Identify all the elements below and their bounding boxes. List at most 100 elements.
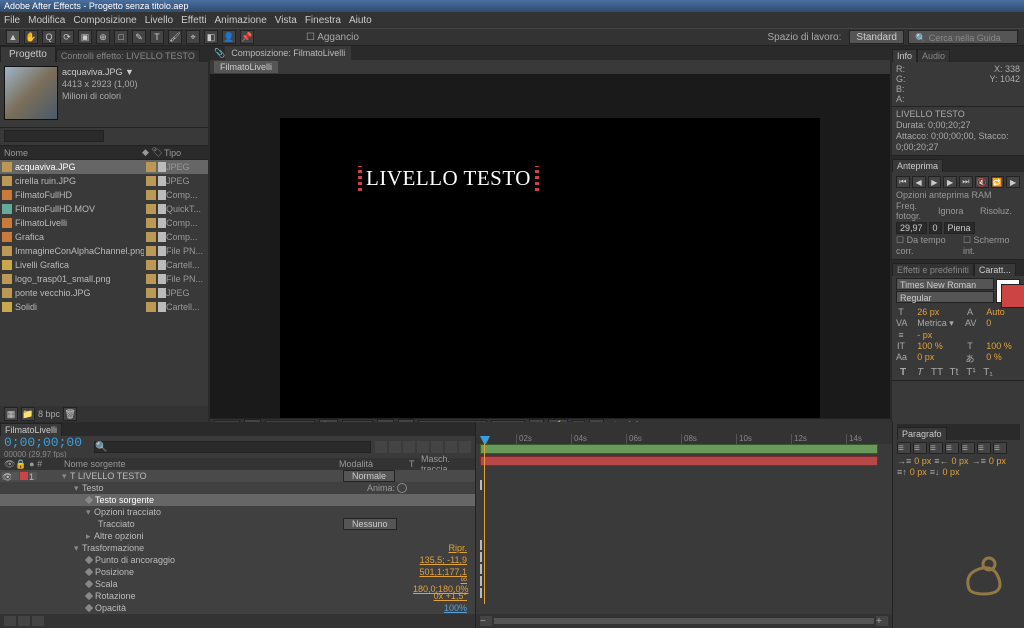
col-name[interactable]: Nome xyxy=(4,148,142,158)
project-item[interactable]: FilmatoFullHDComp... xyxy=(0,188,208,202)
layer-row-1[interactable]: 👁1 ▾T LIVELLO TESTO Normale xyxy=(0,470,475,482)
selection-tool-icon[interactable]: ▲ xyxy=(6,30,20,44)
menu-layer[interactable]: Livello xyxy=(145,15,173,26)
brush-tool-icon[interactable]: 🖌 xyxy=(168,30,182,44)
italic-button[interactable]: T xyxy=(913,367,927,378)
kerning-dropdown[interactable]: Metrica ▾ xyxy=(917,318,962,329)
keyframe-rotation[interactable] xyxy=(480,576,482,586)
mute-icon[interactable]: 🔇 xyxy=(975,176,989,188)
play-icon[interactable]: ▶ xyxy=(928,176,942,188)
transform-reset[interactable]: Ripr. xyxy=(448,543,467,553)
menu-file[interactable]: File xyxy=(4,15,20,26)
prop-opacity[interactable]: Opacità 100% xyxy=(0,602,475,614)
path-dropdown[interactable]: Nessuno xyxy=(343,518,397,530)
prop-position[interactable]: Posizione 501,1;177,1 xyxy=(0,566,475,578)
zoom-tool-icon[interactable]: Q xyxy=(42,30,56,44)
text-layer[interactable]: LIVELLO TESTO xyxy=(360,166,537,191)
zoom-slider[interactable] xyxy=(494,618,874,624)
loop-icon[interactable]: 🔁 xyxy=(991,176,1005,188)
tab-info[interactable]: Info xyxy=(892,49,917,62)
align-right-icon[interactable]: ≡ xyxy=(929,442,943,454)
space-after-value[interactable]: 0 px xyxy=(943,467,960,477)
leading-value[interactable]: Auto xyxy=(986,307,1020,317)
justify-last-center-icon[interactable]: ≡ xyxy=(961,442,975,454)
puppet-tool-icon[interactable]: 📌 xyxy=(240,30,254,44)
tracking-value[interactable]: 0 xyxy=(986,318,1020,329)
brain-icon[interactable] xyxy=(445,441,457,453)
project-item[interactable]: acquaviva.JPGJPEG xyxy=(0,160,208,174)
keyframe-anchor[interactable] xyxy=(480,540,482,550)
project-item[interactable]: FilmatoFullHD.MOVQuickT... xyxy=(0,202,208,216)
space-before-value[interactable]: 0 px xyxy=(910,467,927,477)
text-tool-icon[interactable]: T xyxy=(150,30,164,44)
font-family-dropdown[interactable]: Times New Roman xyxy=(896,278,994,290)
anchor-value[interactable]: 135,5; -11,9 xyxy=(420,555,467,565)
keyframe-scale[interactable] xyxy=(480,564,482,574)
project-item[interactable]: logo_trasp01_small.pngFile PN... xyxy=(0,272,208,286)
comp-subtab[interactable]: FilmatoLivelli xyxy=(214,61,278,73)
superscript-button[interactable]: T¹ xyxy=(964,367,978,378)
new-folder-icon[interactable]: 📁 xyxy=(21,407,35,421)
align-left-icon[interactable]: ≡ xyxy=(897,442,911,454)
tab-effect-controls[interactable]: Controlli effetto: LIVELLO TESTO xyxy=(56,49,200,62)
vscale-value[interactable]: 100 % xyxy=(917,341,962,351)
menu-help[interactable]: Aiuto xyxy=(349,15,372,26)
animate-menu-icon[interactable] xyxy=(397,483,407,493)
current-time[interactable]: 0;00;00;00 xyxy=(4,435,82,450)
interpret-icon[interactable]: ▦ xyxy=(4,407,18,421)
trash-icon[interactable]: 🗑 xyxy=(63,407,77,421)
stroke-value[interactable]: - px xyxy=(917,330,962,340)
pen-tool-icon[interactable]: ✎ xyxy=(132,30,146,44)
project-item[interactable]: FilmatoLivelliComp... xyxy=(0,216,208,230)
tab-effects-presets[interactable]: Effetti e predefiniti xyxy=(892,263,974,276)
project-item[interactable]: GraficaComp... xyxy=(0,230,208,244)
tsume-value[interactable]: 0 % xyxy=(986,352,1020,365)
next-frame-icon[interactable]: ▶ xyxy=(943,176,957,188)
keyframe-opacity[interactable] xyxy=(480,588,482,598)
first-frame-icon[interactable]: ⏮ xyxy=(896,176,910,188)
menu-animation[interactable]: Animazione xyxy=(215,15,267,26)
prop-path[interactable]: Tracciato Nessuno xyxy=(0,518,475,530)
subscript-button[interactable]: T₁ xyxy=(981,367,995,378)
comp-panel-tab[interactable]: Composizione: FilmatoLivelli xyxy=(225,46,351,60)
graph-editor-icon[interactable] xyxy=(459,441,471,453)
menu-edit[interactable]: Modifica xyxy=(28,15,65,26)
project-item[interactable]: ponte vecchio.JPGJPEG xyxy=(0,286,208,300)
blend-mode-dropdown[interactable]: Normale xyxy=(343,470,395,482)
indent-left-value[interactable]: 0 px xyxy=(914,456,931,466)
allcaps-button[interactable]: TT xyxy=(930,367,944,378)
from-time-checkbox[interactable]: ☐ Da tempo corr. xyxy=(896,235,961,256)
keyframe-position[interactable] xyxy=(480,552,482,562)
freq-value[interactable]: 29,97 xyxy=(896,222,927,234)
opacity-value[interactable]: 100% xyxy=(444,603,467,613)
composition-viewer[interactable]: LIVELLO TESTO xyxy=(210,74,890,418)
snap-checkbox[interactable]: ☐ Aggancio xyxy=(306,32,359,43)
menu-view[interactable]: Vista xyxy=(275,15,297,26)
prev-frame-icon[interactable]: ◀ xyxy=(912,176,926,188)
justify-all-icon[interactable]: ≡ xyxy=(993,442,1007,454)
timeline-search-input[interactable]: 🔍 xyxy=(94,441,371,453)
res-value[interactable]: Piena xyxy=(944,222,975,234)
zoom-in-icon[interactable]: + xyxy=(876,616,888,626)
bpc-toggle[interactable]: 8 bpc xyxy=(38,409,60,419)
skip-value[interactable]: 0 xyxy=(929,222,942,234)
timeline-tracks[interactable]: 02s04s06s08s10s12s14s − + xyxy=(476,422,892,628)
comp-mini-flowchart-icon[interactable] xyxy=(375,441,387,453)
comp-canvas[interactable]: LIVELLO TESTO xyxy=(280,118,820,418)
toggle-switches-icon[interactable] xyxy=(4,616,16,626)
prop-rotation[interactable]: Rotazione 0x +1,5° xyxy=(0,590,475,602)
last-frame-icon[interactable]: ⏭ xyxy=(959,176,973,188)
menu-window[interactable]: Finestra xyxy=(305,15,341,26)
tab-character[interactable]: Caratt... xyxy=(974,263,1016,276)
tab-preview[interactable]: Anteprima xyxy=(892,159,943,172)
tab-paragraph[interactable]: Paragrafo xyxy=(897,427,947,440)
motion-blur-icon[interactable] xyxy=(431,441,443,453)
align-center-icon[interactable]: ≡ xyxy=(913,442,927,454)
ram-preview-icon[interactable]: ▶ xyxy=(1006,176,1020,188)
draft-3d-icon[interactable] xyxy=(389,441,401,453)
prop-anchor[interactable]: Punto di ancoraggio 135,5; -11,9 xyxy=(0,554,475,566)
roto-tool-icon[interactable]: 👤 xyxy=(222,30,236,44)
shape-tool-icon[interactable]: □ xyxy=(114,30,128,44)
justify-last-left-icon[interactable]: ≡ xyxy=(945,442,959,454)
prop-source-text[interactable]: Testo sorgente xyxy=(0,494,475,506)
